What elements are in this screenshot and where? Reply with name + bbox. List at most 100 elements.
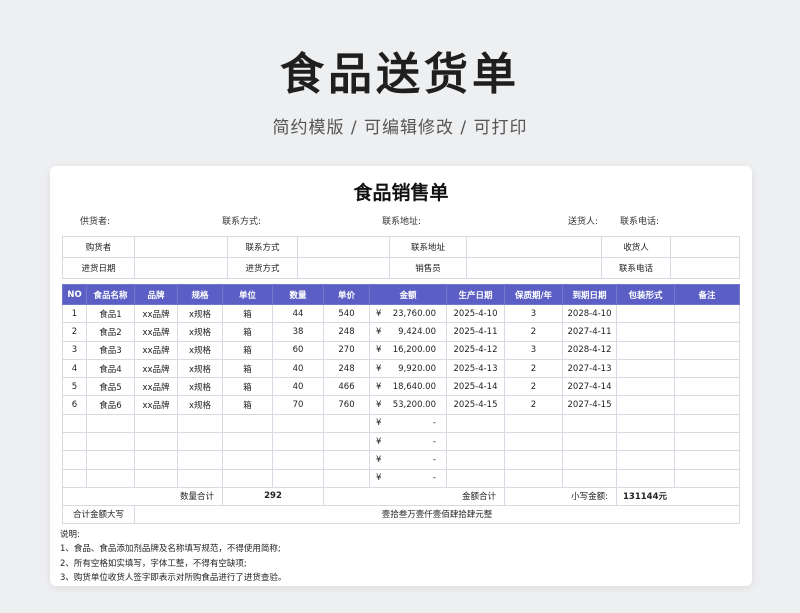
cell-prod[interactable]	[446, 432, 505, 452]
cell-shelf[interactable]	[504, 468, 563, 488]
cell-note[interactable]	[674, 413, 740, 434]
cell-expire[interactable]: 2027-4-13	[562, 358, 617, 379]
cell-price[interactable]: 248	[323, 322, 370, 342]
cell-prod[interactable]	[446, 468, 505, 488]
cell-unit[interactable]: 箱	[222, 340, 273, 360]
cell-name[interactable]: 食品1	[86, 303, 135, 324]
cell-no[interactable]	[62, 413, 87, 434]
cell-name[interactable]: 食品6	[86, 395, 135, 415]
cell-shelf[interactable]	[504, 450, 563, 470]
cell-expire[interactable]	[562, 468, 617, 488]
cell-shelf[interactable]: 2	[504, 377, 563, 397]
cell-pack[interactable]	[616, 377, 675, 397]
cell-pack[interactable]	[616, 340, 675, 360]
cell-note[interactable]	[674, 432, 740, 452]
cell-shelf[interactable]: 2	[504, 395, 563, 415]
cell-amount[interactable]: ¥16,200.00	[369, 340, 447, 360]
cell-pack[interactable]	[616, 395, 675, 415]
cell-price[interactable]: 466	[323, 377, 370, 397]
cell-price[interactable]	[323, 432, 370, 452]
cell-brand[interactable]: xx品牌	[134, 395, 178, 415]
cell-price[interactable]	[323, 450, 370, 470]
cell-name[interactable]: 食品4	[86, 358, 135, 379]
small-amount-value[interactable]: 131144元	[616, 486, 740, 506]
cell-shelf[interactable]: 2	[504, 358, 563, 379]
cell-spec[interactable]	[177, 432, 223, 452]
cell-amount[interactable]: ¥ -	[369, 450, 447, 470]
cell-qty[interactable]	[272, 413, 324, 434]
cell-no[interactable]: 4	[62, 358, 87, 379]
cell-unit[interactable]: 箱	[222, 395, 273, 415]
cell-no[interactable]: 2	[62, 322, 87, 342]
cell-spec[interactable]	[177, 450, 223, 470]
cell-note[interactable]	[674, 303, 740, 324]
cell-note[interactable]	[674, 358, 740, 379]
cell-unit[interactable]	[222, 413, 273, 434]
uppercase-total-value[interactable]: 壹拾叁万壹仟壹佰肆拾肆元整	[134, 504, 740, 524]
cell-brand[interactable]	[134, 432, 178, 452]
cell-qty[interactable]: 60	[272, 340, 324, 360]
info-input[interactable]	[297, 257, 390, 279]
cell-qty[interactable]	[272, 450, 324, 470]
cell-name[interactable]	[86, 432, 135, 452]
cell-note[interactable]	[674, 468, 740, 488]
cell-prod[interactable]: 2025-4-11	[446, 322, 505, 342]
info-input[interactable]	[134, 236, 228, 258]
cell-unit[interactable]	[222, 468, 273, 488]
cell-shelf[interactable]	[504, 432, 563, 452]
cell-unit[interactable]: 箱	[222, 358, 273, 379]
cell-name[interactable]: 食品5	[86, 377, 135, 397]
info-input[interactable]	[134, 257, 228, 279]
info-input[interactable]	[670, 236, 740, 258]
cell-no[interactable]	[62, 468, 87, 488]
cell-note[interactable]	[674, 450, 740, 470]
cell-amount[interactable]: ¥53,200.00	[369, 395, 447, 415]
cell-shelf[interactable]	[504, 413, 563, 434]
cell-spec[interactable]: x规格	[177, 395, 223, 415]
cell-spec[interactable]	[177, 468, 223, 488]
info-input[interactable]	[466, 257, 602, 279]
cell-price[interactable]: 760	[323, 395, 370, 415]
cell-no[interactable]: 1	[62, 303, 87, 324]
cell-brand[interactable]: xx品牌	[134, 340, 178, 360]
cell-pack[interactable]	[616, 358, 675, 379]
cell-no[interactable]: 5	[62, 377, 87, 397]
cell-amount[interactable]: ¥18,640.00	[369, 377, 447, 397]
cell-price[interactable]: 248	[323, 358, 370, 379]
cell-prod[interactable]: 2025-4-13	[446, 358, 505, 379]
cell-pack[interactable]	[616, 413, 675, 434]
cell-brand[interactable]: xx品牌	[134, 303, 178, 324]
cell-unit[interactable]: 箱	[222, 322, 273, 342]
cell-price[interactable]: 540	[323, 303, 370, 324]
info-input[interactable]	[466, 236, 602, 258]
cell-no[interactable]: 6	[62, 395, 87, 415]
cell-no[interactable]	[62, 450, 87, 470]
cell-brand[interactable]: xx品牌	[134, 322, 178, 342]
cell-qty[interactable]	[272, 432, 324, 452]
cell-name[interactable]	[86, 413, 135, 434]
cell-prod[interactable]	[446, 450, 505, 470]
cell-unit[interactable]	[222, 432, 273, 452]
cell-prod[interactable]: 2025-4-15	[446, 395, 505, 415]
cell-name[interactable]: 食品2	[86, 322, 135, 342]
cell-prod[interactable]: 2025-4-14	[446, 377, 505, 397]
cell-amount[interactable]: ¥ -	[369, 432, 447, 452]
cell-qty[interactable]: 44	[272, 303, 324, 324]
cell-no[interactable]: 3	[62, 340, 87, 360]
cell-qty[interactable]: 70	[272, 395, 324, 415]
cell-amount[interactable]: ¥ -	[369, 468, 447, 488]
cell-expire[interactable]: 2027-4-11	[562, 322, 617, 342]
cell-price[interactable]	[323, 413, 370, 434]
cell-brand[interactable]	[134, 450, 178, 470]
cell-shelf[interactable]: 3	[504, 303, 563, 324]
cell-spec[interactable]: x规格	[177, 377, 223, 397]
cell-shelf[interactable]: 2	[504, 322, 563, 342]
cell-amount[interactable]: ¥9,920.00	[369, 358, 447, 379]
cell-shelf[interactable]: 3	[504, 340, 563, 360]
cell-prod[interactable]: 2025-4-10	[446, 303, 505, 324]
cell-qty[interactable]: 38	[272, 322, 324, 342]
cell-name[interactable]: 食品3	[86, 340, 135, 360]
cell-name[interactable]	[86, 468, 135, 488]
cell-spec[interactable]: x规格	[177, 358, 223, 379]
cell-price[interactable]: 270	[323, 340, 370, 360]
